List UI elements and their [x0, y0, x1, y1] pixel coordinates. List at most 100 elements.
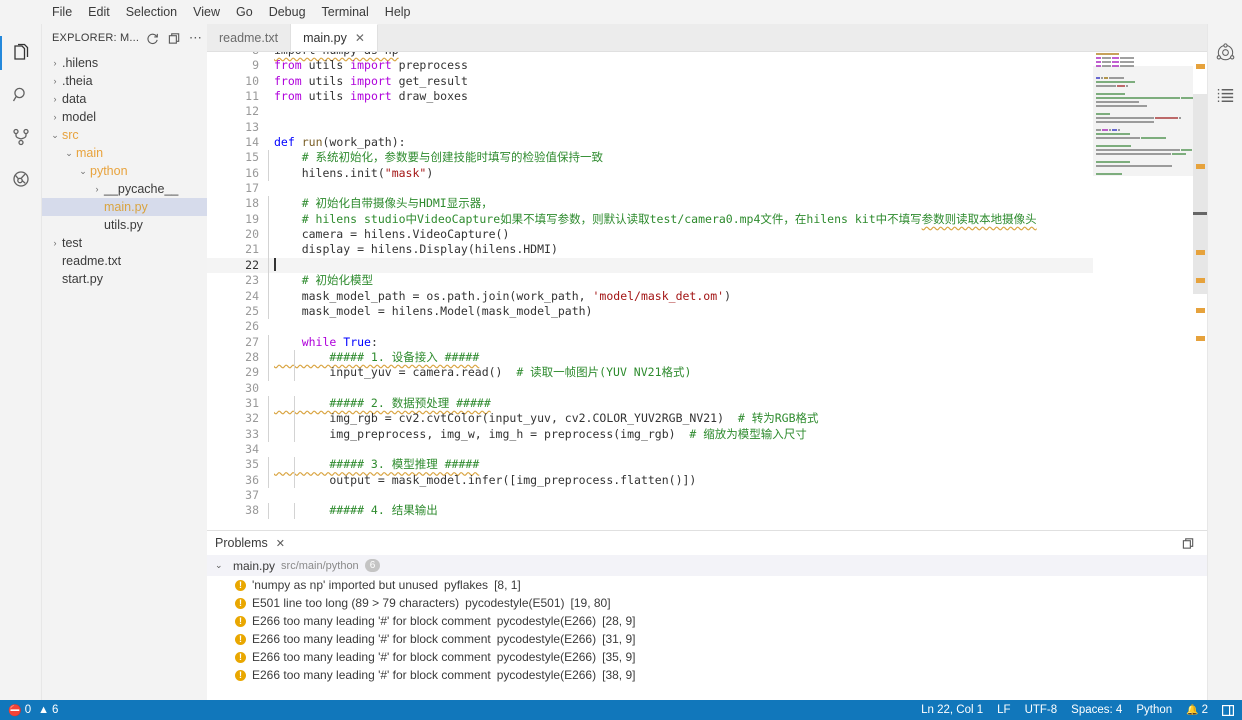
code-line[interactable]: 31 ##### 2. 数据预处理 #####	[207, 396, 1207, 411]
code-line[interactable]: 36 output = mask_model.infer([img_prepro…	[207, 473, 1207, 488]
code-line[interactable]: 16 hilens.init("mask")	[207, 166, 1207, 181]
code-line[interactable]: 29 input_yuv = camera.read() # 读取一帧图片(YU…	[207, 365, 1207, 380]
code-line[interactable]: 13	[207, 120, 1207, 135]
code-line[interactable]: 18 # 初始化自带摄像头与HDMI显示器，	[207, 196, 1207, 211]
code-token: import	[350, 74, 392, 88]
menu-item-go[interactable]: Go	[228, 3, 261, 21]
code-line[interactable]: 37	[207, 488, 1207, 503]
code-line[interactable]: 20 camera = hilens.VideoCapture()	[207, 227, 1207, 242]
code-line[interactable]: 21 display = hilens.Display(hilens.HDMI)	[207, 242, 1207, 257]
status-editor-eol[interactable]: LF	[997, 704, 1010, 716]
tree-item-readme-txt[interactable]: readme.txt	[42, 252, 207, 270]
code-line[interactable]: 28 ##### 1. 设备接入 #####	[207, 350, 1207, 365]
chevron-right-icon[interactable]: ›	[90, 184, 104, 194]
code-line[interactable]: 27 while True:	[207, 335, 1207, 350]
menu-item-help[interactable]: Help	[377, 3, 419, 21]
more-actions-icon[interactable]: ⋯	[188, 29, 203, 47]
code-line[interactable]: 19 # hilens studio中VideoCapture如果不填写参数，则…	[207, 212, 1207, 227]
code-line[interactable]: 32 img_rgb = cv2.cvtColor(input_yuv, cv2…	[207, 411, 1207, 426]
chevron-down-icon[interactable]: ⌄	[76, 166, 90, 177]
status-editor-position[interactable]: Ln 22, Col 1	[921, 704, 983, 716]
editor-tab-readme-txt[interactable]: readme.txt	[207, 24, 291, 51]
code-line[interactable]: 15 # 系统初始化，参数要与创建技能时填写的检验值保持一致	[207, 150, 1207, 165]
overview-ruler[interactable]	[1193, 52, 1207, 530]
code-line[interactable]: 17	[207, 181, 1207, 196]
problem-row[interactable]: !E266 too many leading '#' for block com…	[207, 648, 1207, 666]
extensions-icon[interactable]	[0, 158, 42, 200]
code-line[interactable]: 38 ##### 4. 结果输出	[207, 503, 1207, 518]
tree-item-main-py[interactable]: main.py	[42, 198, 207, 216]
menu-item-file[interactable]: File	[44, 3, 80, 21]
menu-item-view[interactable]: View	[185, 3, 228, 21]
code-line[interactable]: 24 mask_model_path = os.path.join(work_p…	[207, 289, 1207, 304]
editor-scrollbar[interactable]	[1193, 94, 1207, 294]
tree-item--hilens[interactable]: ›.hilens	[42, 54, 207, 72]
collapse-all-icon[interactable]	[166, 29, 181, 47]
line-number: 36	[207, 473, 267, 488]
tab-problems[interactable]: Problems ✕	[215, 536, 285, 550]
chevron-right-icon[interactable]: ›	[48, 112, 62, 122]
chevron-down-icon[interactable]: ⌄	[215, 560, 227, 571]
menu-item-terminal[interactable]: Terminal	[314, 3, 377, 21]
tree-item-test[interactable]: ›test	[42, 234, 207, 252]
chevron-right-icon[interactable]: ›	[48, 94, 62, 104]
code-line[interactable]: 30	[207, 381, 1207, 396]
code-line[interactable]: 11from utils import draw_boxes	[207, 89, 1207, 104]
status-editor-encoding[interactable]: UTF-8	[1025, 704, 1058, 716]
problem-row[interactable]: !E266 too many leading '#' for block com…	[207, 666, 1207, 684]
code-line[interactable]: 34	[207, 442, 1207, 457]
tree-item-python[interactable]: ⌄python	[42, 162, 207, 180]
code-lines[interactable]: 8import numpy as np9from utils import pr…	[207, 52, 1207, 530]
indent-guide	[268, 396, 269, 411]
tree-item-data[interactable]: ›data	[42, 90, 207, 108]
code-line[interactable]: 33 img_preprocess, img_w, img_h = prepro…	[207, 427, 1207, 442]
maximize-panel-icon[interactable]	[1179, 534, 1197, 552]
chevron-right-icon[interactable]: ›	[48, 238, 62, 248]
problems-file-group[interactable]: ⌄ main.py src/main/python 6	[207, 555, 1207, 576]
refresh-icon[interactable]	[145, 29, 160, 47]
chevron-right-icon[interactable]: ›	[48, 58, 62, 68]
chevron-right-icon[interactable]: ›	[48, 76, 62, 86]
close-icon[interactable]: ✕	[276, 537, 285, 550]
code-line[interactable]: 22	[207, 258, 1207, 273]
explorer-icon[interactable]	[0, 32, 42, 74]
outline-list-icon[interactable]	[1204, 74, 1242, 116]
chevron-down-icon[interactable]: ⌄	[48, 130, 62, 141]
status-notifications[interactable]: 🔔2	[1186, 704, 1208, 716]
close-icon[interactable]: ✕	[355, 31, 365, 45]
problem-row[interactable]: !E266 too many leading '#' for block com…	[207, 630, 1207, 648]
hilens-studio-icon[interactable]	[1204, 32, 1242, 74]
code-line[interactable]: 23 # 初始化模型	[207, 273, 1207, 288]
indent-guide	[268, 273, 269, 288]
tree-item-model[interactable]: ›model	[42, 108, 207, 126]
tree-item--pycache-[interactable]: ›__pycache__	[42, 180, 207, 198]
menu-item-selection[interactable]: Selection	[118, 3, 185, 21]
code-line[interactable]: 12	[207, 104, 1207, 119]
problem-row[interactable]: !E501 line too long (89 > 79 characters)…	[207, 594, 1207, 612]
status-layout-toggle-icon[interactable]	[1222, 705, 1234, 716]
search-icon[interactable]	[0, 74, 42, 116]
code-line[interactable]: 35 ##### 3. 模型推理 #####	[207, 457, 1207, 472]
status-editor-language[interactable]: Python	[1136, 704, 1172, 716]
problem-row[interactable]: !'numpy as np' imported but unusedpyflak…	[207, 576, 1207, 594]
editor-tab-main-py[interactable]: main.py✕	[291, 24, 378, 51]
menu-item-debug[interactable]: Debug	[261, 3, 314, 21]
status-editor-indentation[interactable]: Spaces: 4	[1071, 704, 1122, 716]
status-problems[interactable]: ⛔ 0 ▲ 6	[8, 704, 58, 717]
code-line[interactable]: 26	[207, 319, 1207, 334]
chevron-down-icon[interactable]: ⌄	[62, 148, 76, 159]
tree-item-main[interactable]: ⌄main	[42, 144, 207, 162]
tree-item-src[interactable]: ⌄src	[42, 126, 207, 144]
code-line[interactable]: 25 mask_model = hilens.Model(mask_model_…	[207, 304, 1207, 319]
status-label: 2	[1202, 704, 1208, 716]
problem-row[interactable]: !E266 too many leading '#' for block com…	[207, 612, 1207, 630]
menu-item-edit[interactable]: Edit	[80, 3, 118, 21]
code-line[interactable]: 10from utils import get_result	[207, 74, 1207, 89]
tree-item-utils-py[interactable]: utils.py	[42, 216, 207, 234]
code-line[interactable]: 14def run(work_path):	[207, 135, 1207, 150]
tree-item--theia[interactable]: ›.theia	[42, 72, 207, 90]
source-control-icon[interactable]	[0, 116, 42, 158]
code-line[interactable]: 9from utils import preprocess	[207, 58, 1207, 73]
code-editor[interactable]: 8import numpy as np9from utils import pr…	[207, 52, 1207, 530]
tree-item-start-py[interactable]: start.py	[42, 270, 207, 288]
